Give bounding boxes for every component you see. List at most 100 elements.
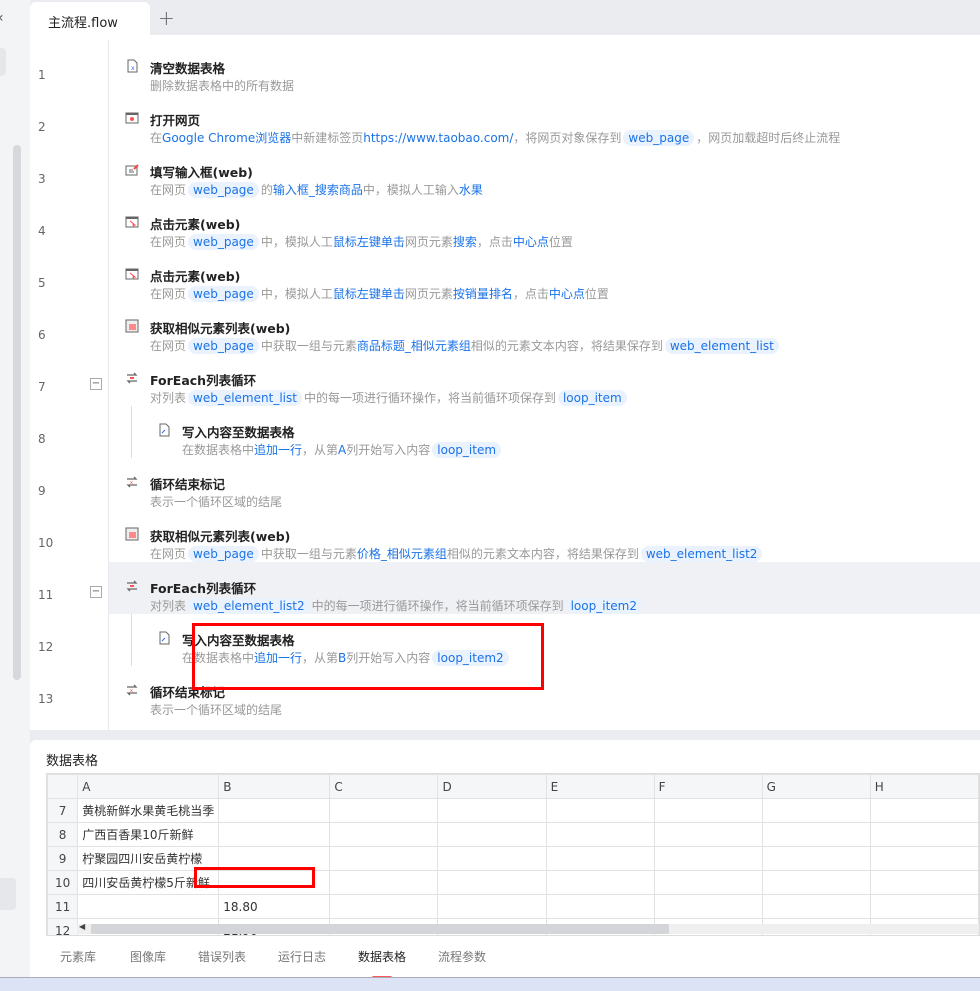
table-cell[interactable] — [761, 822, 871, 847]
param-link[interactable]: 追加一行 — [254, 651, 302, 665]
table-cell[interactable] — [653, 870, 763, 895]
param-link[interactable]: Google Chrome浏览器 — [162, 131, 291, 145]
param-link[interactable]: https://www.taobao.com/ — [363, 131, 513, 145]
table-cell[interactable] — [653, 846, 763, 871]
variable-tag[interactable]: web_page — [188, 286, 259, 302]
param-link[interactable]: 搜索 — [453, 235, 477, 249]
table-cell[interactable] — [437, 822, 547, 847]
column-header[interactable]: A — [77, 774, 220, 799]
table-cell[interactable] — [329, 798, 439, 823]
table-cell[interactable]: 柠聚园四川安岳黄柠檬 — [77, 846, 220, 871]
table-cell[interactable] — [437, 870, 547, 895]
variable-tag[interactable]: web_element_list — [188, 390, 302, 406]
variable-tag[interactable]: loop_item — [557, 390, 627, 406]
grid-corner[interactable] — [47, 774, 79, 799]
horizontal-scrollbar[interactable]: ◀ — [77, 922, 979, 934]
flow-step[interactable]: 7 − ForEach列表循环 对列表 web_element_list 中的每一项进行循… — [30, 354, 980, 406]
table-cell[interactable] — [218, 870, 331, 895]
sidebar-scrollbar[interactable] — [13, 145, 21, 680]
column-header[interactable]: G — [761, 774, 871, 799]
tab-main-flow[interactable]: 主流程.flow — [30, 2, 150, 35]
table-cell[interactable] — [869, 846, 979, 871]
variable-tag[interactable]: web_page — [188, 546, 259, 562]
table-cell[interactable] — [545, 894, 655, 919]
flow-step[interactable]: 8 写入内容至数据表格 在数据表格中追加一行，从第A列开始写入内容 loop_item — [30, 406, 980, 458]
table-cell[interactable] — [218, 822, 331, 847]
variable-tag[interactable]: web_element_list2 — [188, 598, 310, 614]
variable-tag[interactable]: loop_item2 — [432, 650, 509, 666]
bottom-tab[interactable]: 元素库 — [60, 948, 96, 965]
table-cell[interactable]: 18.80 — [218, 894, 331, 919]
flow-step[interactable]: 5 点击元素(web) 在网页 web_page 中，模拟人工鼠标左键单击网页元素按销量… — [30, 250, 980, 302]
param-link[interactable]: 追加一行 — [254, 443, 302, 457]
flow-step[interactable]: 3 填写输入框(web) 在网页 web_page 的输入框_搜索商品中，模拟人工输入水… — [30, 146, 980, 198]
variable-tag[interactable]: web_element_list2 — [640, 546, 763, 562]
bottom-tab[interactable]: 运行日志 — [278, 948, 326, 965]
param-link[interactable]: 水果 — [459, 183, 483, 197]
row-header[interactable]: 9 — [47, 846, 79, 871]
table-cell[interactable] — [653, 798, 763, 823]
flow-step[interactable]: 9 x 循环结束标记 表示一个循环区域的结尾 — [30, 458, 980, 510]
table-cell[interactable] — [329, 822, 439, 847]
param-link[interactable]: 按销量排名 — [453, 287, 513, 301]
row-header[interactable]: 7 — [47, 798, 79, 823]
sidebar-item[interactable] — [0, 48, 6, 76]
param-link[interactable]: 输入框_搜索商品 — [273, 183, 363, 197]
bottom-tab[interactable]: 图像库 — [130, 948, 166, 965]
add-tab-button[interactable]: + — [158, 6, 175, 30]
param-link[interactable]: 鼠标左键单击 — [333, 287, 405, 301]
table-cell[interactable] — [329, 846, 439, 871]
param-link[interactable]: 鼠标左键单击 — [333, 235, 405, 249]
flow-step[interactable]: 12 写入内容至数据表格 在数据表格中追加一行，从第B列开始写入内容 loop_ite… — [30, 614, 980, 666]
table-cell[interactable] — [545, 870, 655, 895]
bottom-tab[interactable]: 数据表格 — [358, 948, 406, 979]
column-header[interactable]: D — [437, 774, 547, 799]
row-header[interactable]: 10 — [47, 870, 79, 895]
table-cell[interactable]: 四川安岳黄柠檬5斤新鲜 — [77, 870, 220, 895]
table-cell[interactable] — [437, 846, 547, 871]
flow-step[interactable]: 13 x 循环结束标记 表示一个循环区域的结尾 — [30, 666, 980, 718]
table-cell[interactable] — [761, 894, 871, 919]
param-link[interactable]: 中心点 — [513, 235, 549, 249]
collapse-sidebar-icon[interactable]: ‹ — [0, 10, 4, 26]
flow-step[interactable]: 11 − ForEach列表循环 对列表 web_element_list2 中的每一项进… — [30, 562, 980, 614]
param-link[interactable]: 价格_相似元素组 — [357, 547, 447, 561]
flow-step[interactable]: 4 点击元素(web) 在网页 web_page 中，模拟人工鼠标左键单击网页元素搜索，… — [30, 198, 980, 250]
param-link[interactable]: 中心点 — [549, 287, 585, 301]
column-header[interactable]: F — [653, 774, 763, 799]
table-cell[interactable] — [869, 870, 979, 895]
flow-step[interactable]: 6 获取相似元素列表(web) 在网页 web_page 中获取一组与元素商品标题_相似… — [30, 302, 980, 354]
table-cell[interactable] — [437, 798, 547, 823]
flow-step[interactable]: 2 打开网页 在Google Chrome浏览器中新建标签页https://www.… — [30, 94, 980, 146]
row-header[interactable]: 12 — [47, 918, 79, 935]
table-cell[interactable] — [869, 822, 979, 847]
scrollbar-thumb[interactable] — [91, 924, 669, 934]
table-cell[interactable]: 黄桃新鲜水果黄毛桃当季 — [77, 798, 220, 823]
variable-tag[interactable]: web_element_list — [664, 338, 779, 354]
bottom-tab[interactable]: 错误列表 — [198, 948, 246, 965]
table-cell[interactable] — [545, 822, 655, 847]
table-cell[interactable] — [77, 894, 220, 919]
variable-tag[interactable]: web_page — [188, 338, 259, 354]
variable-tag[interactable]: loop_item — [432, 442, 502, 458]
collapse-toggle[interactable]: − — [90, 586, 102, 598]
variable-tag[interactable]: web_page — [188, 234, 259, 250]
collapse-toggle[interactable]: − — [90, 378, 102, 390]
table-cell[interactable] — [653, 822, 763, 847]
column-header[interactable]: B — [218, 774, 331, 799]
flow-step[interactable]: 10 获取相似元素列表(web) 在网页 web_page 中获取一组与元素价格_相似元… — [30, 510, 980, 562]
variable-tag[interactable]: web_page — [623, 130, 695, 146]
variable-tag[interactable]: web_page — [188, 182, 259, 198]
table-cell[interactable] — [545, 798, 655, 823]
table-cell[interactable] — [869, 894, 979, 919]
table-cell[interactable] — [329, 894, 439, 919]
variable-tag[interactable]: loop_item2 — [565, 598, 642, 614]
table-cell[interactable]: 广西百香果10斤新鲜 — [77, 822, 220, 847]
column-header[interactable]: C — [329, 774, 439, 799]
table-cell[interactable] — [218, 846, 331, 871]
sidebar-item[interactable] — [0, 878, 16, 910]
table-cell[interactable] — [437, 894, 547, 919]
row-header[interactable]: 11 — [47, 894, 79, 919]
row-header[interactable]: 8 — [47, 822, 79, 847]
table-cell[interactable] — [218, 798, 331, 823]
